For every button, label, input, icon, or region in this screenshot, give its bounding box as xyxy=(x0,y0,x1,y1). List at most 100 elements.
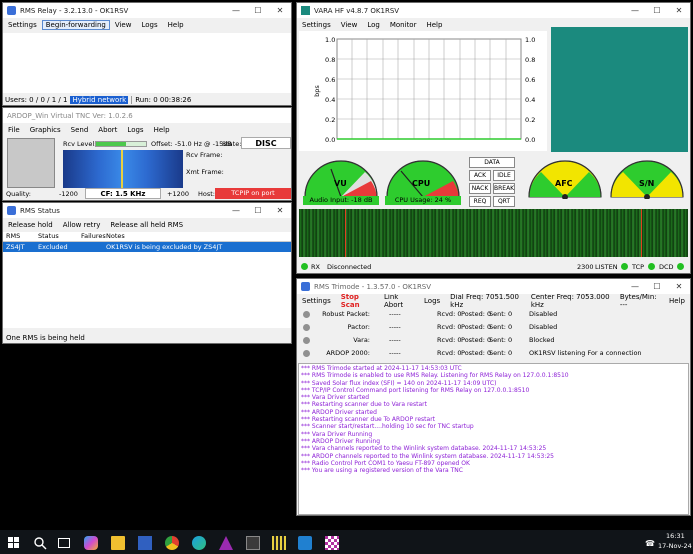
log-line: *** Vara Driver started xyxy=(301,394,370,402)
y-tick-right: 0.2 xyxy=(525,116,536,124)
audio-input-readout: Audio Input: -18 dB xyxy=(303,196,379,205)
channel-call: ----- xyxy=(389,336,401,344)
nack-button[interactable]: NACK xyxy=(469,183,491,194)
sn-gauge xyxy=(610,160,684,199)
col-notes[interactable]: Notes xyxy=(103,232,125,241)
stop-scan-button[interactable]: Stop Scan xyxy=(336,293,379,309)
menu-settings[interactable]: Settings xyxy=(3,21,42,29)
y-tick-right: 1.0 xyxy=(525,36,536,44)
channel-posted: Posted: 0 xyxy=(461,323,492,331)
offset-readout: Offset: -51.0 Hz @ -15dB xyxy=(151,140,232,148)
y-tick-right: 0.4 xyxy=(525,96,536,104)
channel-call: ----- xyxy=(389,349,401,357)
cpu-gauge xyxy=(386,160,460,198)
rx-label: RX xyxy=(311,263,320,271)
req-button[interactable]: REQ xyxy=(469,196,491,207)
menu-settings[interactable]: Settings xyxy=(297,21,336,29)
status-dot-icon xyxy=(303,324,310,331)
col-status[interactable]: Status xyxy=(35,232,78,241)
relay-users: Users: 0 / 0 / 1 / 1 xyxy=(5,95,68,104)
close-icon[interactable]: ✕ xyxy=(668,279,690,294)
qrt-button[interactable]: QRT xyxy=(493,196,515,207)
app-icon[interactable] xyxy=(298,536,312,550)
cf-readout: CF: 1.5 KHz xyxy=(85,188,161,199)
col-rms[interactable]: RMS xyxy=(3,232,35,241)
begin-forwarding-button[interactable]: Begin-forwarding xyxy=(41,20,110,30)
log-line: *** RMS Trimode is enabled to use RMS Re… xyxy=(301,372,569,380)
vara-app-icon xyxy=(301,6,310,15)
table-row[interactable]: ZS4JT Excluded OK1RSV is being excluded … xyxy=(3,242,291,252)
freq-left: -1200 xyxy=(59,190,78,198)
allow-retry-button[interactable]: Allow retry xyxy=(58,221,106,229)
menu-help[interactable]: Help xyxy=(664,297,690,305)
menu-file[interactable]: File xyxy=(3,126,25,134)
row-failures xyxy=(78,242,103,252)
maximize-icon[interactable]: ☐ xyxy=(646,279,668,294)
search-icon[interactable] xyxy=(33,536,47,550)
release-all-button[interactable]: Release all held RMS xyxy=(105,221,188,229)
y-tick-right: 0.8 xyxy=(525,56,536,64)
menu-view[interactable]: View xyxy=(110,21,137,29)
log-line: *** ARDOP Driver started xyxy=(301,408,377,416)
minimize-icon[interactable]: — xyxy=(225,3,247,18)
idle-button[interactable]: IDLE xyxy=(493,170,515,181)
status-dot-icon xyxy=(303,311,310,318)
status-app-icon xyxy=(7,206,16,215)
menu-graphics[interactable]: Graphics xyxy=(25,126,66,134)
terminal-icon[interactable] xyxy=(246,536,260,550)
ack-button[interactable]: ACK xyxy=(469,170,491,181)
menu-abort[interactable]: Abort xyxy=(93,126,122,134)
menu-help[interactable]: Help xyxy=(421,21,447,29)
menu-logs[interactable]: Logs xyxy=(419,297,445,305)
channel-list: Robust Packet: ----- Rcvd: 0 Posted: 0 S… xyxy=(297,308,690,362)
menu-logs[interactable]: Logs xyxy=(136,21,162,29)
maximize-icon[interactable]: ☐ xyxy=(646,3,668,18)
system-tray-icon[interactable]: ☎ xyxy=(645,539,655,548)
channel-posted: Posted: 0 xyxy=(461,310,492,318)
y-tick-right: 0.0 xyxy=(525,136,536,144)
maximize-icon[interactable]: ☐ xyxy=(247,203,269,218)
row-status: Excluded xyxy=(38,243,68,251)
log-line: *** You are using a registered version o… xyxy=(301,467,463,475)
menu-monitor[interactable]: Monitor xyxy=(385,21,422,29)
close-icon[interactable]: ✕ xyxy=(668,3,690,18)
afc-gauge xyxy=(528,160,602,199)
menu-settings[interactable]: Settings xyxy=(297,297,336,305)
trimode-log[interactable]: *** RMS Trimode started at 2024-11-17 14… xyxy=(298,363,689,515)
app-icon[interactable] xyxy=(325,536,339,550)
channel-rcvd: Rcvd: 0 xyxy=(437,310,462,318)
y-tick-left: 0.6 xyxy=(325,76,336,84)
menu-help[interactable]: Help xyxy=(163,21,189,29)
menu-log[interactable]: Log xyxy=(362,21,385,29)
maximize-icon[interactable]: ☐ xyxy=(247,3,269,18)
save-app-icon[interactable] xyxy=(138,536,152,550)
rms-status-titlebar: RMS Status — ☐ ✕ xyxy=(3,203,291,218)
minimize-icon[interactable]: — xyxy=(624,279,646,294)
close-icon[interactable]: ✕ xyxy=(269,203,291,218)
menu-help[interactable]: Help xyxy=(149,126,175,134)
menu-logs[interactable]: Logs xyxy=(122,126,148,134)
minimize-icon[interactable]: — xyxy=(624,3,646,18)
file-explorer-icon[interactable] xyxy=(111,536,125,550)
rcv-frame-label: Rcv Frame: xyxy=(186,151,223,159)
clock-time[interactable]: 16:31 xyxy=(666,532,685,540)
ardop-taskbar-icon[interactable] xyxy=(272,536,286,550)
list-item: Pactor: ----- Rcvd: 0 Posted: 0 Sent: 0 … xyxy=(297,321,690,334)
vara-titlebar: VARA HF v4.8.7 OK1RSV — ☐ ✕ xyxy=(297,3,690,18)
copilot-icon[interactable] xyxy=(84,536,98,550)
trimode-menubar: Settings Stop Scan Link Abort Logs Dial … xyxy=(297,293,690,309)
clock-date[interactable]: 17-Nov-24 xyxy=(658,542,692,550)
task-view-icon[interactable] xyxy=(58,538,70,548)
release-hold-button[interactable]: Release hold xyxy=(3,221,58,229)
vara-title: VARA HF v4.8.7 OK1RSV xyxy=(314,6,400,15)
edge-icon[interactable] xyxy=(192,536,206,550)
break-button[interactable]: BREAK xyxy=(493,183,515,194)
windows-start-icon[interactable] xyxy=(8,537,19,548)
menu-send[interactable]: Send xyxy=(66,126,94,134)
menu-view[interactable]: View xyxy=(336,21,363,29)
chrome-icon[interactable] xyxy=(165,536,179,550)
col-failures[interactable]: Failures xyxy=(78,232,106,241)
link-abort-button[interactable]: Link Abort xyxy=(379,293,419,309)
minimize-icon[interactable]: — xyxy=(225,203,247,218)
close-icon[interactable]: ✕ xyxy=(269,3,291,18)
